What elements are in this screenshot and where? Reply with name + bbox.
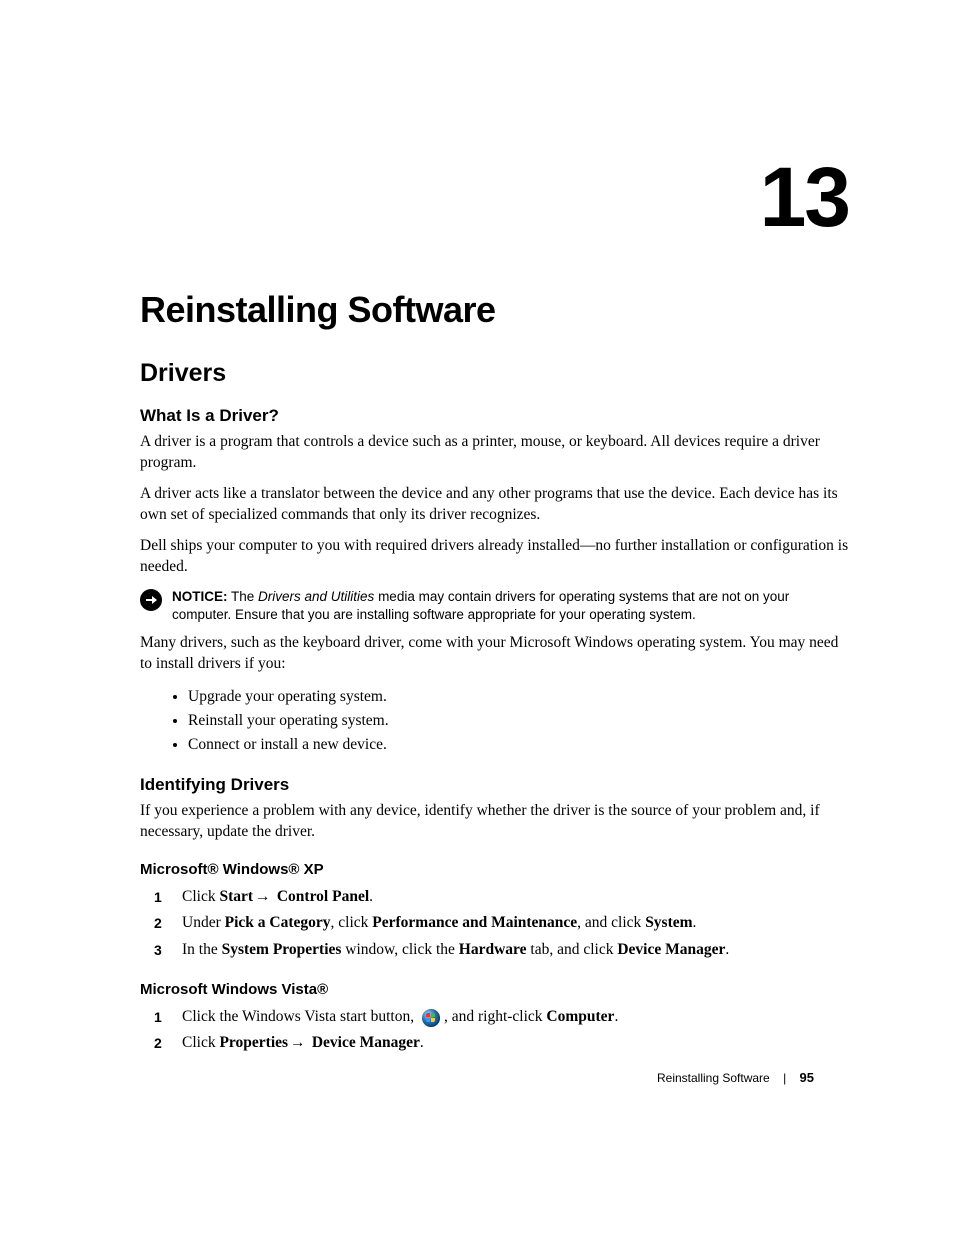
numbered-steps-xp: Click Start→ Control Panel. Under Pick a… — [140, 884, 849, 963]
page-footer: Reinstalling Software | 95 — [657, 1070, 814, 1085]
footer-title: Reinstalling Software — [657, 1071, 770, 1085]
paragraph: Many drivers, such as the keyboard drive… — [140, 633, 849, 675]
list-item: Reinstall your operating system. — [188, 709, 849, 733]
subheading-what-is-a-driver: What Is a Driver? — [140, 406, 849, 426]
windows-vista-start-icon — [420, 1009, 442, 1027]
notice-text: NOTICE: The Drivers and Utilities media … — [172, 588, 849, 626]
paragraph: A driver acts like a translator between … — [140, 484, 849, 526]
subheading-windows-vista: Microsoft Windows Vista® — [140, 981, 849, 998]
notice-arrow-icon — [140, 589, 162, 611]
chapter-number: 13 — [140, 155, 849, 239]
section-heading-drivers: Drivers — [140, 359, 849, 388]
list-item: Connect or install a new device. — [188, 733, 849, 757]
bullet-list: Upgrade your operating system. Reinstall… — [140, 685, 849, 757]
list-item: Upgrade your operating system. — [188, 685, 849, 709]
paragraph: Dell ships your computer to you with req… — [140, 536, 849, 578]
chapter-title: Reinstalling Software — [140, 289, 849, 331]
step-item: In the System Properties window, click t… — [172, 937, 849, 963]
notice-block: NOTICE: The Drivers and Utilities media … — [140, 588, 849, 626]
numbered-steps-vista: Click the Windows Vista start button, , … — [140, 1004, 849, 1057]
footer-separator: | — [773, 1071, 796, 1085]
step-item: Under Pick a Category, click Performance… — [172, 910, 849, 936]
step-item: Click the Windows Vista start button, , … — [172, 1004, 849, 1030]
step-item: Click Properties→ Device Manager. — [172, 1030, 849, 1056]
paragraph: A driver is a program that controls a de… — [140, 432, 849, 474]
page-number: 95 — [800, 1070, 814, 1085]
paragraph: If you experience a problem with any dev… — [140, 801, 849, 843]
subheading-windows-xp: Microsoft® Windows® XP — [140, 861, 849, 878]
subheading-identifying-drivers: Identifying Drivers — [140, 775, 849, 795]
step-item: Click Start→ Control Panel. — [172, 884, 849, 910]
